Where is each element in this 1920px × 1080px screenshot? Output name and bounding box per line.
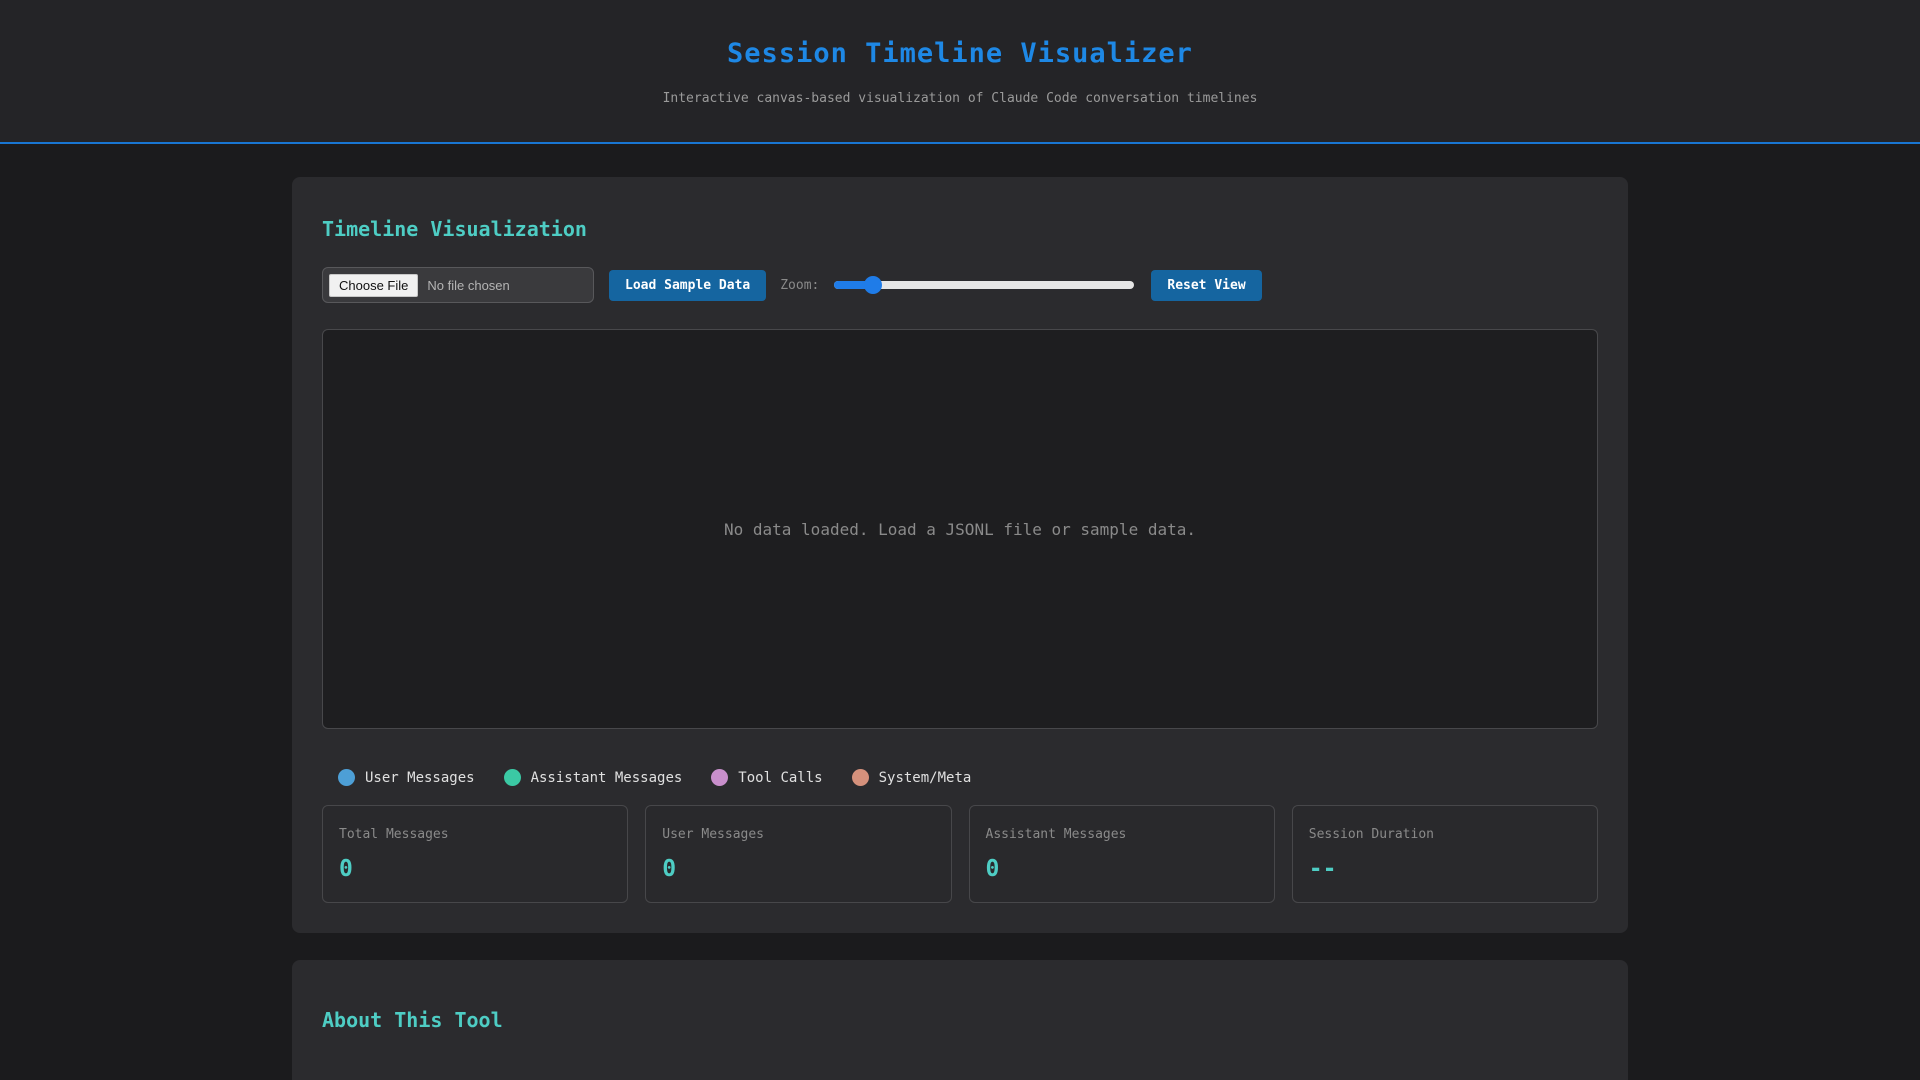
stat-value: 0 (339, 856, 611, 882)
stats-row: Total Messages 0 User Messages 0 Assista… (322, 805, 1598, 903)
assistant-messages-dot-icon (504, 769, 521, 786)
legend-item-user: User Messages (338, 769, 475, 786)
legend: User Messages Assistant Messages Tool Ca… (338, 769, 1598, 786)
controls-row: Choose File No file chosen Load Sample D… (322, 267, 1598, 303)
reset-view-button[interactable]: Reset View (1151, 270, 1261, 301)
legend-item-assistant: Assistant Messages (504, 769, 683, 786)
stat-card-total-messages: Total Messages 0 (322, 805, 628, 903)
main-container: Timeline Visualization Choose File No fi… (292, 144, 1628, 1080)
legend-label: User Messages (365, 770, 475, 786)
zoom-slider[interactable] (834, 276, 1134, 294)
page-title: Session Timeline Visualizer (0, 38, 1920, 69)
stat-card-session-duration: Session Duration -- (1292, 805, 1598, 903)
timeline-canvas[interactable]: No data loaded. Load a JSONL file or sam… (322, 329, 1598, 729)
stat-value: 0 (986, 856, 1258, 882)
stat-value: -- (1309, 856, 1581, 882)
page-header: Session Timeline Visualizer Interactive … (0, 0, 1920, 144)
choose-file-button[interactable]: Choose File (329, 274, 418, 297)
file-status-text: No file chosen (427, 278, 509, 293)
about-panel: About This Tool (292, 960, 1628, 1080)
stat-card-user-messages: User Messages 0 (645, 805, 951, 903)
page-subtitle: Interactive canvas-based visualization o… (0, 91, 1920, 106)
stat-card-assistant-messages: Assistant Messages 0 (969, 805, 1275, 903)
empty-state-message: No data loaded. Load a JSONL file or sam… (724, 520, 1196, 539)
stat-label: Session Duration (1309, 827, 1581, 842)
legend-item-tool-calls: Tool Calls (711, 769, 822, 786)
stat-value: 0 (662, 856, 934, 882)
about-panel-heading: About This Tool (322, 1008, 1598, 1032)
system-meta-dot-icon (852, 769, 869, 786)
stat-label: Total Messages (339, 827, 611, 842)
timeline-panel-heading: Timeline Visualization (322, 217, 1598, 241)
stat-label: Assistant Messages (986, 827, 1258, 842)
stat-label: User Messages (662, 827, 934, 842)
user-messages-dot-icon (338, 769, 355, 786)
file-input[interactable]: Choose File No file chosen (322, 267, 594, 303)
zoom-label: Zoom: (780, 278, 819, 293)
legend-item-system-meta: System/Meta (852, 769, 972, 786)
tool-calls-dot-icon (711, 769, 728, 786)
legend-label: Assistant Messages (531, 770, 683, 786)
legend-label: Tool Calls (738, 770, 822, 786)
zoom-slider-thumb[interactable] (864, 276, 882, 294)
legend-label: System/Meta (879, 770, 972, 786)
timeline-panel: Timeline Visualization Choose File No fi… (292, 177, 1628, 933)
load-sample-data-button[interactable]: Load Sample Data (609, 270, 766, 301)
